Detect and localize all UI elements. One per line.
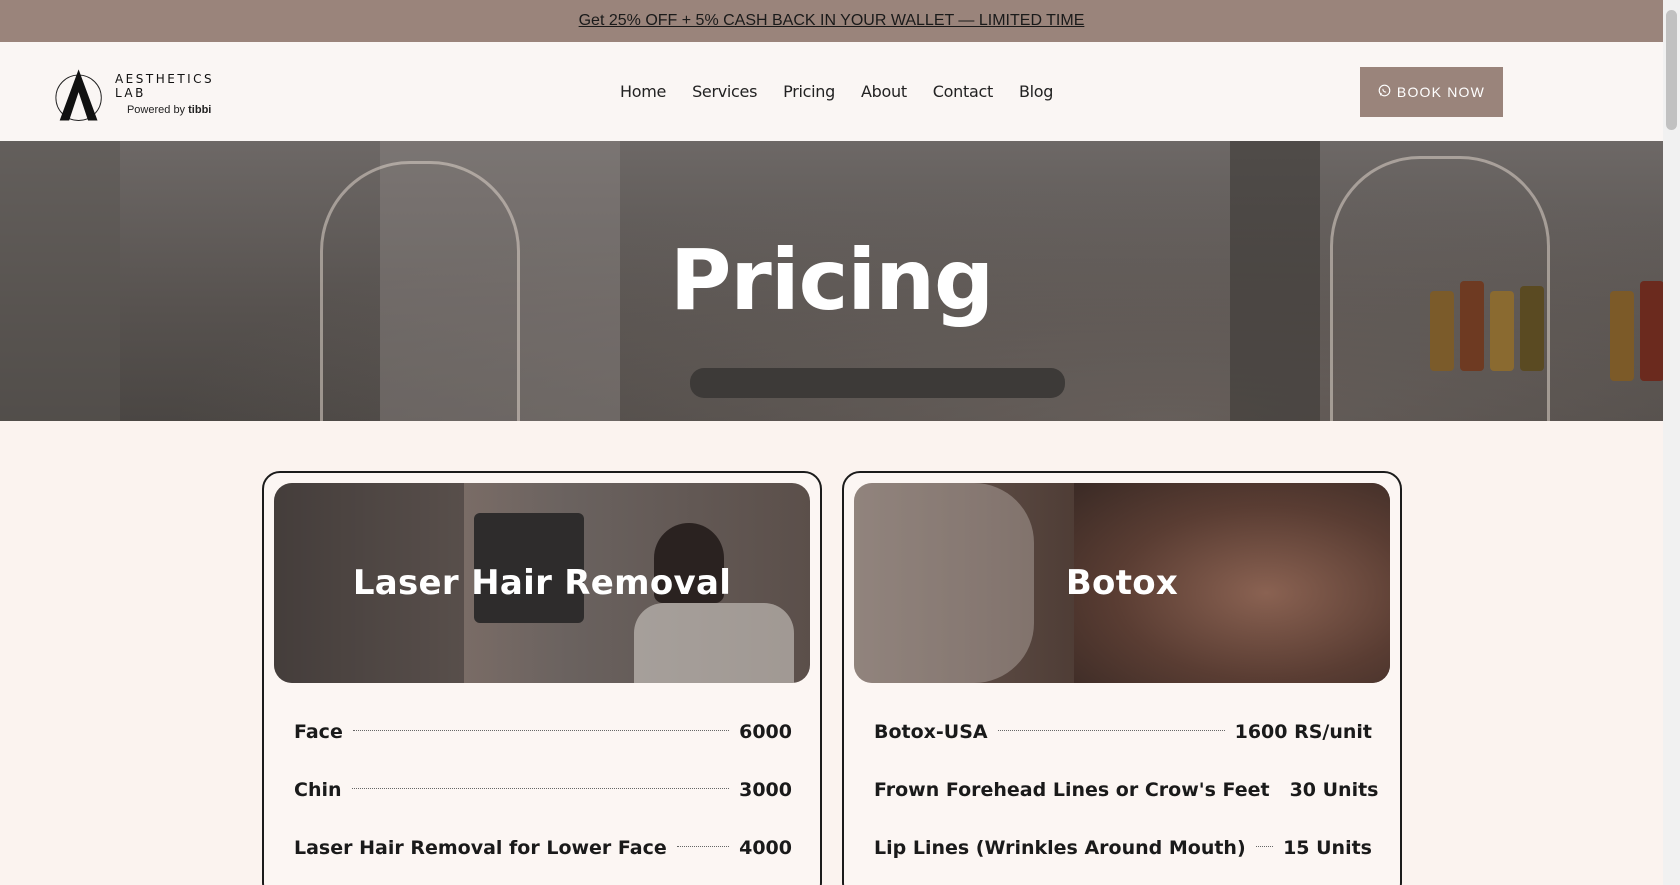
card-title-laser: Laser Hair Removal: [352, 563, 732, 603]
nav-home[interactable]: Home: [620, 82, 666, 101]
price-row: Chin 3000: [294, 761, 792, 819]
scrollbar-thumb[interactable]: [1666, 10, 1677, 130]
promo-bar: Get 25% OFF + 5% CASH BACK IN YOUR WALLE…: [0, 0, 1663, 42]
card-title-botox: Botox: [1065, 563, 1179, 603]
service-price: 15 Units: [1283, 837, 1372, 859]
price-list-laser: Face 6000 Chin 3000 Laser Hair Removal f…: [294, 703, 792, 877]
page-scrollbar[interactable]: [1663, 0, 1680, 885]
page-title: Pricing: [669, 231, 994, 329]
price-row: Laser Hair Removal for Lower Face 4000: [294, 819, 792, 877]
pricing-card-botox: Botox Botox-USA 1600 RS/unit Frown Foreh…: [842, 471, 1402, 885]
price-row: Botox-USA 1600 RS/unit: [874, 703, 1372, 761]
nav-contact[interactable]: Contact: [933, 82, 993, 101]
price-row: Lip Lines (Wrinkles Around Mouth) 15 Uni…: [874, 819, 1372, 877]
pricing-section: Laser Hair Removal Face 6000 Chin 3000 L…: [0, 421, 1663, 885]
service-name: Chin: [294, 779, 342, 801]
price-list-botox: Botox-USA 1600 RS/unit Frown Forehead Li…: [874, 703, 1379, 877]
service-name: Frown Forehead Lines or Crow's Feet: [874, 779, 1270, 801]
leader-dots: [1255, 845, 1274, 847]
service-name: Botox-USA: [874, 721, 988, 743]
logo-name: AESTHETICS LAB: [114, 72, 215, 100]
logo-powered-by: Powered by tibbi: [126, 104, 212, 116]
logo-mark-icon: [55, 69, 102, 121]
service-price: 3000: [739, 779, 792, 801]
logo[interactable]: AESTHETICS LAB Powered by tibbi: [54, 64, 244, 124]
logo-text: AESTHETICS LAB Powered by tibbi: [115, 72, 244, 116]
nav-blog[interactable]: Blog: [1019, 82, 1053, 101]
price-row: Face 6000: [294, 703, 792, 761]
nav-pricing[interactable]: Pricing: [783, 82, 835, 101]
pricing-card-laser: Laser Hair Removal Face 6000 Chin 3000 L…: [262, 471, 822, 885]
site-header: AESTHETICS LAB Powered by tibbi Home Ser…: [0, 42, 1663, 141]
service-name: Lip Lines (Wrinkles Around Mouth): [874, 837, 1246, 859]
logo-brand: tibbi: [188, 104, 212, 116]
hero-banner: Pricing: [0, 141, 1663, 421]
service-price: 4000: [739, 837, 792, 859]
service-price: 30 Units: [1289, 779, 1379, 801]
book-now-label: BOOK NOW: [1396, 84, 1486, 100]
leader-dots: [351, 787, 730, 789]
nav-about[interactable]: About: [861, 82, 907, 101]
service-name: Face: [294, 721, 343, 743]
service-name: Laser Hair Removal for Lower Face: [294, 837, 667, 859]
service-price: 6000: [739, 721, 792, 743]
leader-dots: [676, 845, 730, 847]
whatsapp-icon: [1378, 84, 1391, 100]
nav-services[interactable]: Services: [692, 82, 757, 101]
leader-dots: [997, 729, 1225, 731]
card-image-laser: Laser Hair Removal: [274, 483, 810, 683]
leader-dots: [352, 729, 730, 731]
promo-link[interactable]: Get 25% OFF + 5% CASH BACK IN YOUR WALLE…: [579, 12, 1085, 30]
price-row: Frown Forehead Lines or Crow's Feet 30 U…: [874, 761, 1379, 819]
card-image-botox: Botox: [854, 483, 1390, 683]
main-nav: Home Services Pricing About Contact Blog: [620, 42, 1053, 141]
service-price: 1600 RS/unit: [1234, 721, 1372, 743]
book-now-button[interactable]: BOOK NOW: [1360, 67, 1503, 117]
